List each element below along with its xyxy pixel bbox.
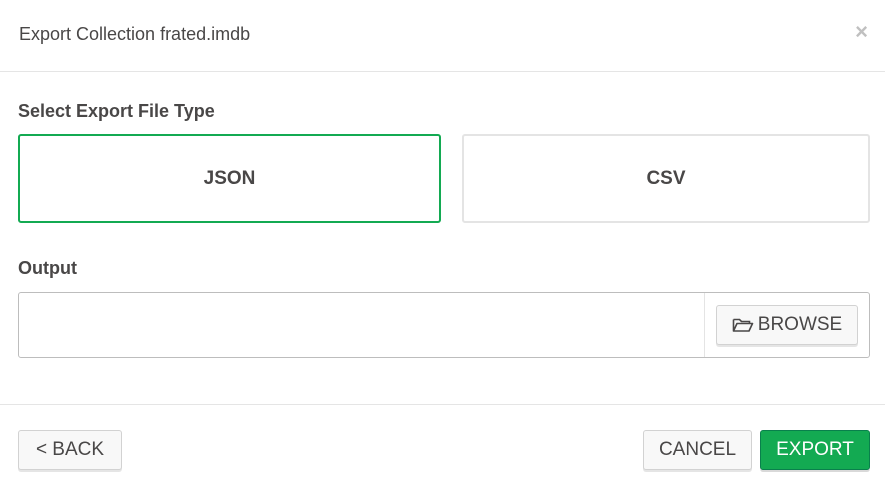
modal-title: Export Collection frated.imdb: [19, 24, 251, 44]
browse-button-label: BROWSE: [757, 314, 843, 335]
back-button[interactable]: < BACK: [18, 430, 122, 470]
export-collection-modal: Export Collection frated.imdb × Select E…: [0, 0, 885, 493]
file-type-json-option[interactable]: JSON: [18, 134, 441, 223]
folder-open-icon: [732, 318, 754, 332]
output-path-input[interactable]: [19, 293, 705, 357]
file-type-csv-label: CSV: [646, 167, 686, 189]
modal-header: Export Collection frated.imdb ×: [0, 0, 885, 72]
file-type-json-label: JSON: [203, 167, 256, 189]
output-field-group: BROWSE: [18, 292, 870, 358]
file-type-csv-option[interactable]: CSV: [462, 134, 870, 223]
cancel-button[interactable]: CANCEL: [643, 430, 752, 470]
close-icon[interactable]: ×: [855, 20, 868, 44]
output-label: Output: [18, 258, 77, 278]
file-type-label: Select Export File Type: [18, 101, 215, 121]
export-button[interactable]: EXPORT: [760, 430, 870, 470]
modal-footer: < BACK CANCEL EXPORT: [0, 404, 885, 493]
browse-button[interactable]: BROWSE: [716, 305, 858, 345]
